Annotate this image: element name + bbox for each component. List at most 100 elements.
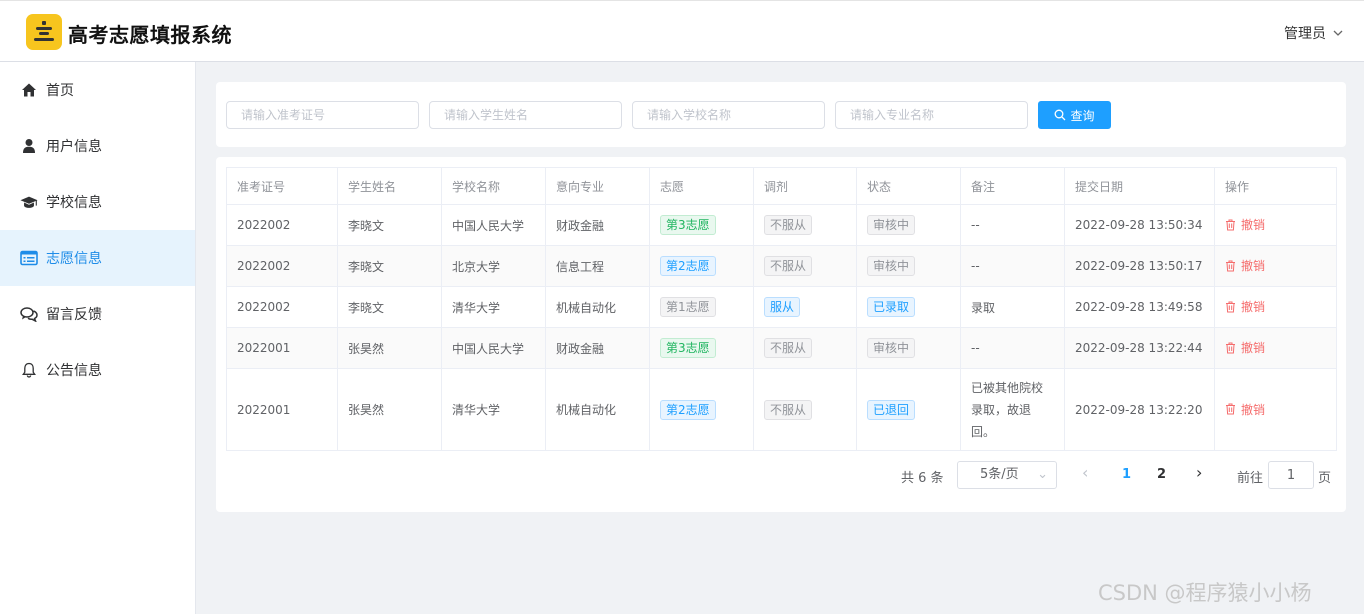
choice-tag: 第2志愿	[660, 256, 716, 276]
note-text: 已被其他院校录取，故退回。	[971, 380, 1044, 439]
sidebar-item-users[interactable]: 用户信息	[0, 118, 195, 174]
col-header-action: 操作	[1214, 167, 1337, 205]
sidebar-item-notices[interactable]: 公告信息	[0, 342, 195, 398]
cell-date: 2022-09-28 13:50:17	[1064, 245, 1215, 287]
cell-major: 财政金融	[545, 204, 650, 246]
revoke-label: 撤销	[1241, 402, 1266, 417]
cell-name: 张昊然	[337, 327, 442, 369]
goto-page-input[interactable]	[1268, 461, 1314, 489]
search-icon	[1055, 109, 1066, 121]
col-header-date: 提交日期	[1064, 167, 1215, 205]
cell-action: 撤销	[1214, 245, 1337, 287]
col-header-status: 状态	[856, 167, 961, 205]
cell-adjust: 不服从	[753, 327, 857, 369]
page-size-select[interactable]: 5条/页 ⌄	[957, 461, 1057, 489]
page-button-2[interactable]: 2	[1157, 467, 1166, 482]
cell-note: --	[960, 204, 1065, 246]
chevron-down-icon: ⌄	[1037, 467, 1048, 482]
revoke-button[interactable]: 撤销	[1225, 401, 1265, 418]
sidebar-item-schools[interactable]: 学校信息	[0, 174, 195, 230]
cell-choice: 第3志愿	[649, 327, 754, 369]
trash-icon	[1226, 219, 1235, 231]
user-menu[interactable]: 管理员	[1284, 23, 1344, 43]
next-page-button[interactable]: ›	[1196, 463, 1202, 482]
cell-name: 张昊然	[337, 368, 442, 451]
revoke-label: 撤销	[1241, 218, 1266, 233]
sidebar-item-label: 志愿信息	[46, 251, 102, 267]
prev-page-button[interactable]: ‹	[1082, 463, 1088, 482]
table-row: 2022001 张昊然 中国人民大学 财政金融 第3志愿 不服从 审核中 -- …	[226, 327, 1337, 369]
sidebar-item-label: 留言反馈	[46, 307, 102, 323]
sidebar-item-applications[interactable]: 志愿信息	[0, 230, 195, 286]
search-button[interactable]: 查询	[1038, 101, 1111, 129]
cell-adjust: 不服从	[753, 204, 857, 246]
cell-choice: 第1志愿	[649, 286, 754, 328]
school-name-input[interactable]	[632, 101, 825, 129]
table-row: 2022002 李晓文 北京大学 信息工程 第2志愿 不服从 审核中 -- 20…	[226, 245, 1337, 287]
user-name: 管理员	[1284, 26, 1326, 42]
sidebar-item-feedback[interactable]: 留言反馈	[0, 286, 195, 342]
cell-school: 中国人民大学	[441, 327, 546, 369]
cell-choice: 第2志愿	[649, 368, 754, 451]
cell-action: 撤销	[1214, 204, 1337, 246]
cell-action: 撤销	[1214, 286, 1337, 328]
cell-adjust: 不服从	[753, 368, 857, 451]
chevron-down-icon	[1333, 30, 1343, 36]
table-row: 2022002 李晓文 清华大学 机械自动化 第1志愿 服从 已录取 录取 20…	[226, 286, 1337, 328]
page-suffix: 页	[1318, 471, 1332, 486]
search-button-label: 查询	[1070, 108, 1095, 123]
revoke-button[interactable]: 撤销	[1225, 257, 1265, 274]
trash-icon	[1226, 260, 1235, 272]
page-button-1[interactable]: 1	[1122, 467, 1131, 482]
choice-tag: 第2志愿	[660, 399, 716, 420]
adjust-tag: 不服从	[764, 256, 813, 276]
cell-date: 2022-09-28 13:50:34	[1064, 204, 1215, 246]
student-name-input[interactable]	[429, 101, 622, 129]
cell-adjust: 服从	[753, 286, 857, 328]
search-panel: 查询	[216, 82, 1346, 147]
cell-note: 已被其他院校录取，故退回。	[960, 368, 1065, 451]
cell-exam-id: 2022001	[226, 327, 338, 369]
major-name-input[interactable]	[835, 101, 1028, 129]
revoke-button[interactable]: 撤销	[1225, 216, 1265, 233]
col-header-major: 意向专业	[545, 167, 650, 205]
cell-school: 清华大学	[441, 368, 546, 451]
chat-bubbles-icon	[20, 305, 38, 323]
choice-tag: 第3志愿	[660, 215, 716, 235]
cell-status: 已录取	[856, 286, 961, 328]
list-card-icon	[20, 249, 38, 267]
sidebar-item-label: 学校信息	[46, 195, 102, 211]
status-badge: 已退回	[867, 399, 916, 420]
col-header-exam-id: 准考证号	[226, 167, 338, 205]
cell-choice: 第3志愿	[649, 204, 754, 246]
cell-name: 李晓文	[337, 204, 442, 246]
cell-exam-id: 2022001	[226, 368, 338, 451]
revoke-label: 撤销	[1241, 300, 1266, 315]
app-logo	[26, 14, 62, 50]
cell-name: 李晓文	[337, 286, 442, 328]
cell-status: 审核中	[856, 204, 961, 246]
revoke-button[interactable]: 撤销	[1225, 339, 1265, 356]
cell-status: 已退回	[856, 368, 961, 451]
sidebar-item-home[interactable]: 首页	[0, 62, 195, 118]
cell-major: 信息工程	[545, 245, 650, 287]
cell-school: 北京大学	[441, 245, 546, 287]
trash-icon	[1226, 342, 1235, 354]
cell-date: 2022-09-28 13:22:44	[1064, 327, 1215, 369]
col-header-choice: 志愿	[649, 167, 754, 205]
cell-major: 机械自动化	[545, 286, 650, 328]
goto-label: 前往	[1237, 471, 1264, 486]
sidebar-item-label: 首页	[46, 83, 74, 99]
cell-note: --	[960, 245, 1065, 287]
applications-table: 准考证号 学生姓名 学校名称 意向专业 志愿 调剂 状态 备注 提交日期 操作 …	[226, 167, 1337, 451]
exam-id-input[interactable]	[226, 101, 419, 129]
cell-school: 清华大学	[441, 286, 546, 328]
revoke-button[interactable]: 撤销	[1225, 298, 1265, 315]
cell-school: 中国人民大学	[441, 204, 546, 246]
cell-date: 2022-09-28 13:49:58	[1064, 286, 1215, 328]
revoke-label: 撤销	[1241, 259, 1266, 274]
cell-choice: 第2志愿	[649, 245, 754, 287]
adjust-tag: 不服从	[764, 338, 813, 358]
graduation-cap-icon	[20, 193, 38, 211]
cell-major: 财政金融	[545, 327, 650, 369]
